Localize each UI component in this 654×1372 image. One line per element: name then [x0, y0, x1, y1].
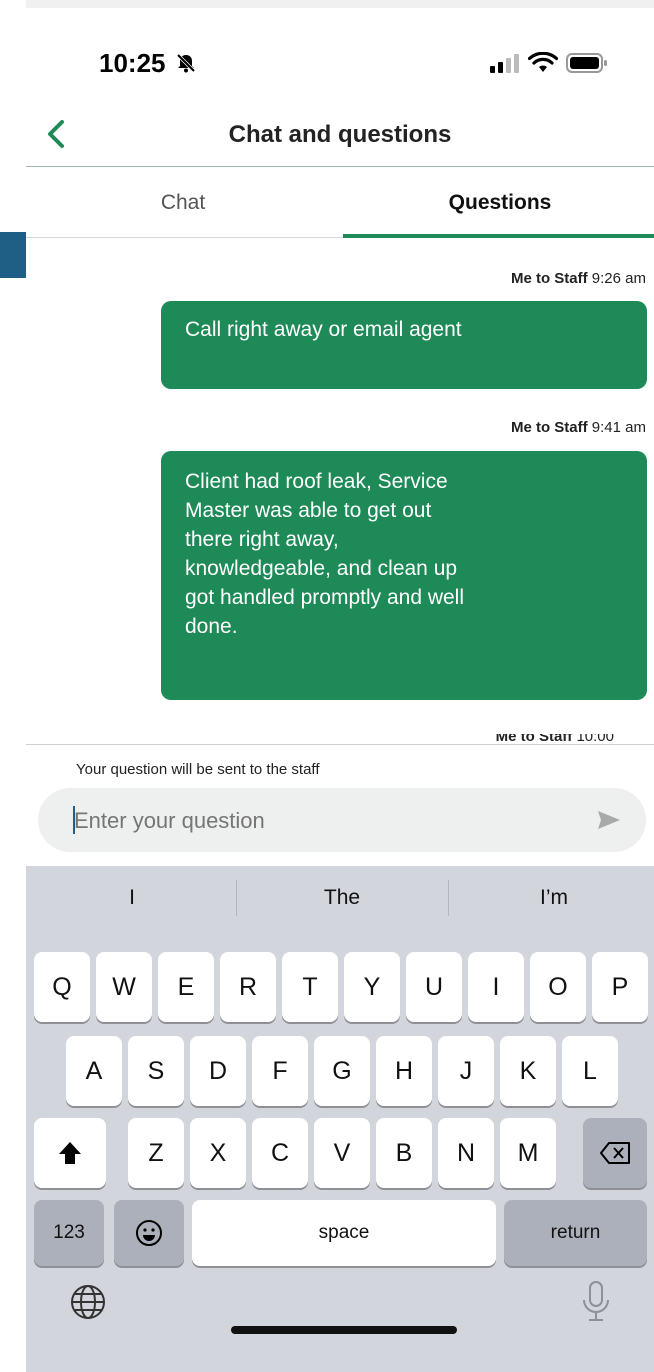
- composer-divider: [26, 744, 654, 745]
- screen: 10:25 Chat and questions Chat Questions …: [26, 8, 654, 1372]
- status-icons: [490, 50, 608, 76]
- suggestion-divider: [448, 880, 449, 916]
- return-key[interactable]: return: [504, 1200, 647, 1266]
- key-d[interactable]: D: [190, 1036, 246, 1106]
- key-w[interactable]: W: [96, 952, 152, 1022]
- message-time: 9:41 am: [591, 419, 646, 436]
- emoji-icon: [136, 1220, 162, 1246]
- suggestion-divider: [236, 880, 237, 916]
- key-e[interactable]: E: [158, 952, 214, 1022]
- send-icon: [598, 811, 620, 829]
- message-meta: Me to Staff 9:26 am: [346, 270, 646, 287]
- key-r[interactable]: R: [220, 952, 276, 1022]
- page-title: Chat and questions: [228, 121, 452, 148]
- status-time: 10:25: [99, 48, 197, 79]
- wifi-icon: [528, 52, 558, 72]
- key-p[interactable]: P: [592, 952, 648, 1022]
- message-meta: Me to Staff 9:41 am: [346, 419, 646, 436]
- message-sender: Me to Staff: [510, 419, 588, 436]
- tab-questions[interactable]: Questions: [343, 168, 654, 238]
- tab-chat[interactable]: Chat: [26, 168, 340, 238]
- message-text: Call right away or email agent: [185, 318, 462, 341]
- microphone-icon: [583, 1281, 609, 1321]
- send-button[interactable]: [596, 808, 622, 832]
- phone: 10:25 Chat and questions Chat Questions …: [0, 0, 654, 1372]
- status-time-text: 10:25: [99, 48, 166, 78]
- key-h[interactable]: H: [376, 1036, 432, 1106]
- key-b[interactable]: B: [376, 1118, 432, 1188]
- key-v[interactable]: V: [314, 1118, 370, 1188]
- message-time: 10:00: [576, 734, 614, 744]
- backspace-icon: [600, 1142, 630, 1164]
- battery-icon: [566, 53, 607, 73]
- space-key[interactable]: space: [192, 1200, 496, 1266]
- active-tab-indicator: [343, 234, 654, 238]
- key-z[interactable]: Z: [128, 1118, 184, 1188]
- numbers-key[interactable]: 123: [34, 1200, 104, 1266]
- key-n[interactable]: N: [438, 1118, 494, 1188]
- key-g[interactable]: G: [314, 1036, 370, 1106]
- key-i[interactable]: I: [468, 952, 524, 1022]
- message-time: 9:26 am: [591, 270, 646, 287]
- dictation-button[interactable]: [576, 1278, 616, 1326]
- message-bubble: Call right away or email agent: [161, 301, 647, 389]
- message-text: Client had roof leak, Service Master was…: [185, 470, 465, 638]
- composer-note: Your question will be sent to the staff: [76, 761, 320, 778]
- suggestion-3[interactable]: I’m: [454, 878, 654, 918]
- key-j[interactable]: J: [438, 1036, 494, 1106]
- emoji-key[interactable]: [114, 1200, 184, 1266]
- suggestion-1[interactable]: I: [32, 878, 232, 918]
- signal-icon: [490, 54, 519, 73]
- key-u[interactable]: U: [406, 952, 462, 1022]
- key-q[interactable]: Q: [34, 952, 90, 1022]
- suggestion-2[interactable]: The: [242, 878, 442, 918]
- key-s[interactable]: S: [128, 1036, 184, 1106]
- question-input-container: [38, 788, 646, 852]
- key-y[interactable]: Y: [344, 952, 400, 1022]
- bell-slash-icon: [176, 53, 195, 73]
- shift-icon: [59, 1142, 81, 1164]
- globe-icon: [71, 1285, 105, 1319]
- key-t[interactable]: T: [282, 952, 338, 1022]
- key-k[interactable]: K: [500, 1036, 556, 1106]
- shift-key[interactable]: [34, 1118, 106, 1188]
- message-meta-partial: Me to Staff 10:00: [434, 734, 614, 744]
- key-c[interactable]: C: [252, 1118, 308, 1188]
- key-f[interactable]: F: [252, 1036, 308, 1106]
- key-o[interactable]: O: [530, 952, 586, 1022]
- top-shadow: [26, 0, 654, 8]
- key-l[interactable]: L: [562, 1036, 618, 1106]
- keyboard: I The I’m Q W E R T Y U I O P A S D F G …: [26, 866, 654, 1372]
- key-x[interactable]: X: [190, 1118, 246, 1188]
- text-caret: [73, 806, 75, 834]
- key-a[interactable]: A: [66, 1036, 122, 1106]
- backspace-key[interactable]: [583, 1118, 647, 1188]
- key-m[interactable]: M: [500, 1118, 556, 1188]
- home-indicator: [231, 1326, 457, 1334]
- message-bubble: Client had roof leak, Service Master was…: [161, 451, 647, 700]
- message-sender: Me to Staff: [495, 734, 573, 744]
- question-input[interactable]: [72, 798, 556, 844]
- globe-button[interactable]: [66, 1280, 110, 1324]
- message-sender: Me to Staff: [510, 270, 588, 287]
- nav-divider: [26, 166, 654, 167]
